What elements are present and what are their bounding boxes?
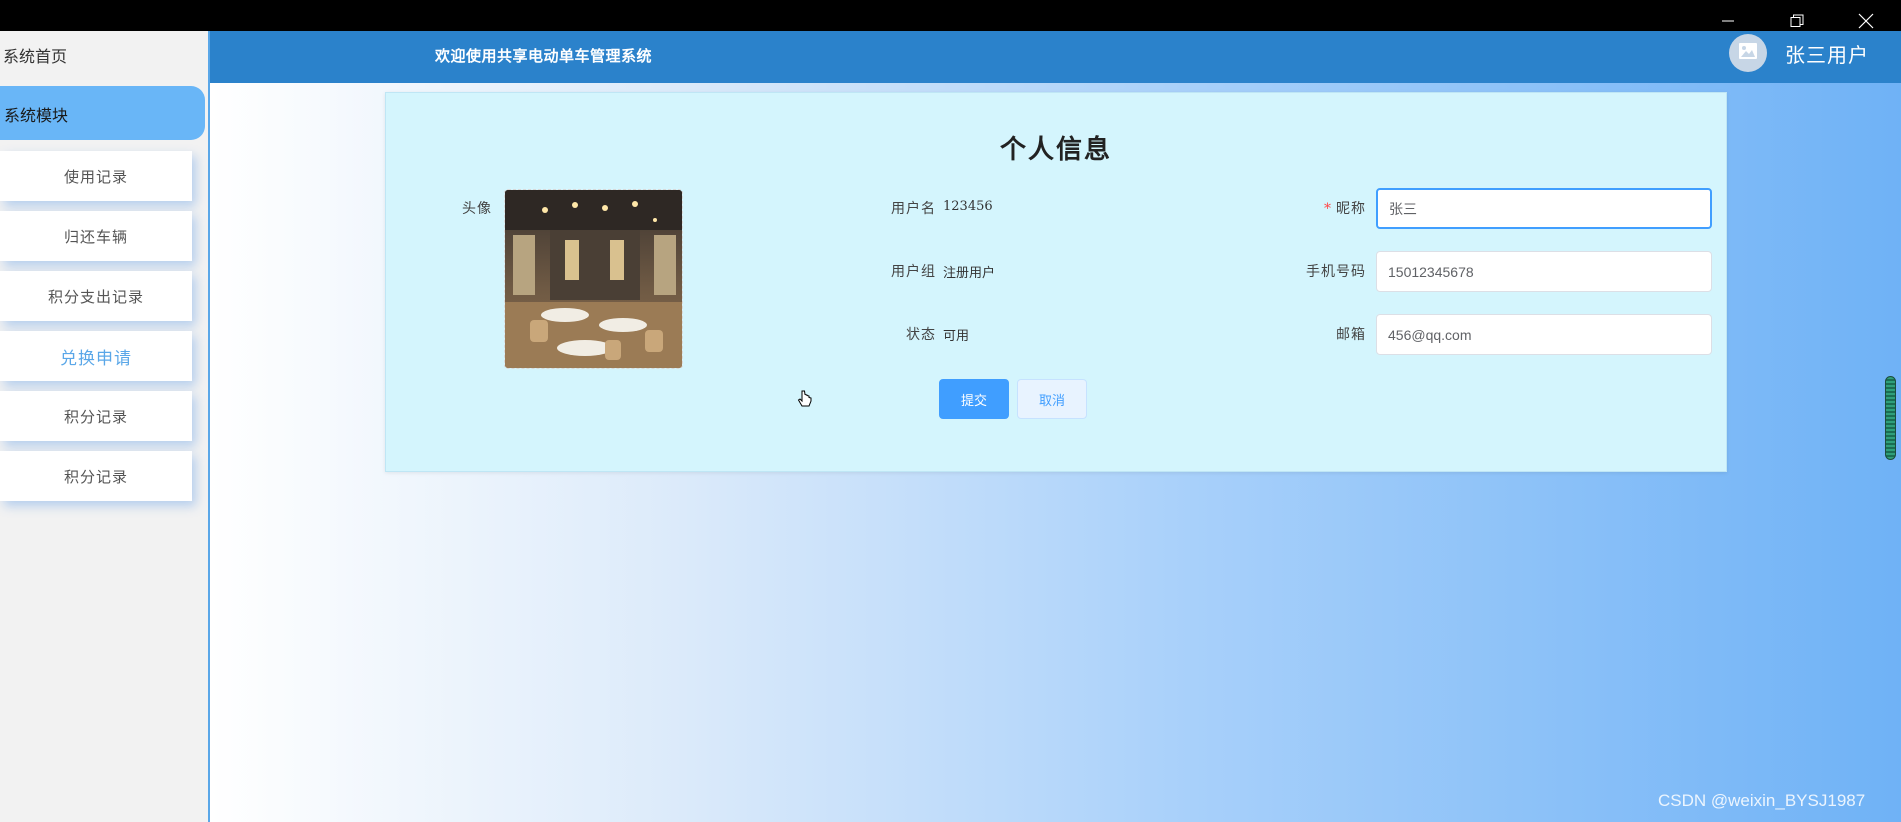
sidebar-item-points-expense[interactable]: 积分支出记录	[0, 271, 192, 321]
username-value: 123456	[943, 199, 993, 214]
cancel-button[interactable]: 取消	[1017, 379, 1087, 419]
sidebar-item-points-record-2[interactable]: 积分记录	[0, 451, 192, 501]
username-label[interactable]: 张三用户	[1785, 39, 1869, 68]
sidebar-item-exchange-request[interactable]: 兑换申请	[0, 331, 192, 381]
watermark: CSDN @weixin_BYSJ1987	[1658, 791, 1866, 810]
scrollbar-thumb[interactable]	[1885, 376, 1896, 460]
profile-card: 个人信息 头像 用户名 123456 用户组 注册用户 状态 可用 * 昵称 张…	[385, 92, 1727, 472]
sidebar-item-home[interactable]: 系统首页	[0, 43, 67, 67]
sidebar-item-points-record[interactable]: 积分记录	[0, 391, 192, 441]
avatar-upload[interactable]	[504, 189, 683, 369]
user-avatar[interactable]	[1729, 34, 1767, 72]
email-label: 邮箱	[1336, 327, 1366, 343]
nickname-input[interactable]	[1376, 188, 1712, 229]
sidebar-item-usage-records[interactable]: 使用记录	[0, 151, 192, 201]
status-label: 状态	[906, 327, 936, 343]
user-group-label: 用户组	[891, 264, 936, 280]
phone-label: 手机号码	[1306, 264, 1366, 280]
sidebar-item-return-vehicle[interactable]: 归还车辆	[0, 211, 192, 261]
welcome-text: 欢迎使用共享电动单车管理系统	[435, 47, 653, 65]
sidebar: 系统首页 系统模块 使用记录 归还车辆 积分支出记录 兑换申请 积分记录 积分记…	[0, 31, 210, 822]
phone-input[interactable]	[1376, 251, 1712, 292]
hand-cursor-icon	[797, 390, 813, 414]
window-title-bar	[0, 0, 1901, 31]
avatar-photo	[505, 190, 682, 368]
main-content: 个人信息 头像 用户名 123456 用户组 注册用户 状态 可用 * 昵称 张…	[210, 83, 1901, 822]
username-field-label: 用户名	[891, 201, 936, 217]
status-value: 可用	[943, 329, 970, 344]
image-icon	[1738, 42, 1758, 64]
page-title: 个人信息	[999, 135, 1112, 165]
user-group-value: 注册用户	[943, 266, 996, 281]
nickname-label: * 昵称	[1246, 198, 1366, 218]
sidebar-item-module[interactable]: 系统模块	[0, 86, 205, 140]
app-header: 欢迎使用共享电动单车管理系统 张三用户	[208, 31, 1901, 83]
required-asterisk: *	[1324, 201, 1332, 217]
submit-button[interactable]: 提交	[939, 379, 1009, 419]
email-input[interactable]	[1376, 314, 1712, 355]
nickname-label-text: 昵称	[1336, 201, 1366, 217]
avatar-label: 头像	[462, 201, 492, 217]
